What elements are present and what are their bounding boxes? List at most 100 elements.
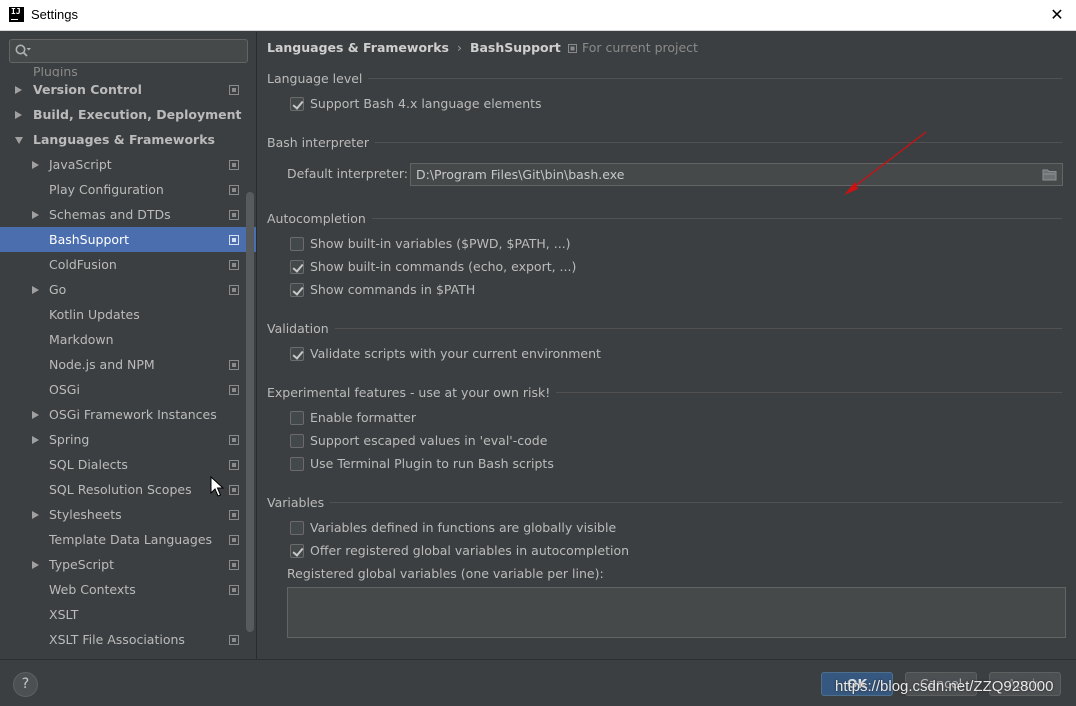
tree-item-label: JavaScript: [49, 157, 112, 172]
tree-item-osgi[interactable]: OSGi: [0, 377, 256, 402]
tree-item-label: Web Contexts: [49, 582, 136, 597]
tree-item-label: Languages & Frameworks: [33, 132, 215, 147]
default-interpreter-value: D:\Program Files\Git\bin\bash.exe: [416, 167, 625, 182]
expand-down-icon[interactable]: [15, 137, 23, 144]
section-title-language-level: Language level: [267, 71, 369, 86]
section-title-validation: Validation: [267, 321, 335, 336]
show-commands-in-path-checkbox[interactable]: [290, 283, 304, 297]
tree-item-kotlin-updates[interactable]: Kotlin Updates: [0, 302, 256, 327]
tree-item-spring[interactable]: Spring: [0, 427, 256, 452]
breadcrumb: Languages & Frameworks › BashSupport: [267, 40, 561, 58]
tree-item-version-control[interactable]: Version Control: [0, 77, 256, 102]
breadcrumb-item-bashsupport: BashSupport: [469, 40, 561, 55]
registered-globals-label: Registered global variables (one variabl…: [287, 566, 604, 581]
project-level-icon: [229, 560, 239, 570]
section-divider: [267, 218, 1062, 219]
tree-item-xslt[interactable]: XSLT: [0, 602, 256, 627]
tree-item-build-execution-deployment[interactable]: Build, Execution, Deployment: [0, 102, 256, 127]
project-level-icon: [229, 435, 239, 445]
project-scope-icon: [568, 44, 577, 53]
expand-right-icon[interactable]: [32, 511, 39, 519]
for-current-project-label: For current project: [582, 40, 698, 55]
expand-right-icon[interactable]: [15, 86, 22, 94]
for-current-project-note: For current project: [568, 40, 698, 55]
project-level-icon: [229, 260, 239, 270]
tree-item-stylesheets[interactable]: Stylesheets: [0, 502, 256, 527]
expand-right-icon[interactable]: [32, 286, 39, 294]
tree-item-label: Build, Execution, Deployment: [33, 107, 242, 122]
expand-right-icon[interactable]: [32, 211, 39, 219]
tree-item-node-js-and-npm[interactable]: Node.js and NPM: [0, 352, 256, 377]
tree-item-label: Version Control: [33, 82, 142, 97]
project-level-icon: [229, 460, 239, 470]
tree-item-coldfusion[interactable]: ColdFusion: [0, 252, 256, 277]
tree-item-typescript[interactable]: TypeScript: [0, 552, 256, 577]
expand-right-icon[interactable]: [32, 561, 39, 569]
section-divider: [267, 328, 1062, 329]
tree-item-label: Template Data Languages: [49, 532, 213, 547]
settings-sidebar: Plugins Version Control Build, Execution,…: [0, 32, 257, 659]
settings-search-input[interactable]: [9, 39, 248, 63]
tree-item-bashsupport[interactable]: BashSupport: [0, 227, 256, 252]
tree-item-template-data-languages[interactable]: Template Data Languages: [0, 527, 256, 552]
expand-right-icon[interactable]: [32, 436, 39, 444]
show-builtin-commands-checkbox[interactable]: [290, 260, 304, 274]
tree-item-label: TypeScript: [49, 557, 114, 572]
browse-folder-icon[interactable]: [1042, 168, 1057, 181]
project-level-icon: [229, 285, 239, 295]
title-bar: IJ Settings ✕: [0, 0, 1076, 31]
section-title-autocompletion: Autocompletion: [267, 211, 372, 226]
tree-item-schemas-and-dtds[interactable]: Schemas and DTDs: [0, 202, 256, 227]
support-bash4-label: Support Bash 4.x language elements: [310, 96, 542, 111]
expand-right-icon[interactable]: [32, 411, 39, 419]
project-level-icon: [229, 385, 239, 395]
expand-right-icon[interactable]: [32, 161, 39, 169]
sidebar-scrollbar[interactable]: [246, 192, 254, 632]
project-level-icon: [229, 510, 239, 520]
show-builtin-variables-checkbox[interactable]: [290, 237, 304, 251]
tree-item-play-configuration[interactable]: Play Configuration: [0, 177, 256, 202]
variables-globally-visible-checkbox[interactable]: [290, 521, 304, 535]
offer-registered-globals-checkbox[interactable]: [290, 544, 304, 558]
settings-tree: Plugins Version Control Build, Execution,…: [0, 67, 256, 652]
tree-item-sql-dialects[interactable]: SQL Dialects: [0, 452, 256, 477]
tree-item-label: Play Configuration: [49, 182, 164, 197]
variables-globally-visible-label: Variables defined in functions are globa…: [310, 520, 617, 535]
tree-item-markdown[interactable]: Markdown: [0, 327, 256, 352]
intellij-app-icon: IJ: [9, 7, 24, 22]
show-commands-in-path-label: Show commands in $PATH: [310, 282, 476, 297]
section-divider: [267, 142, 1062, 143]
section-divider: [267, 78, 1062, 79]
close-icon[interactable]: ✕: [1046, 4, 1068, 26]
tree-item-partial[interactable]: Plugins: [0, 67, 256, 77]
tree-item-label: OSGi Framework Instances: [49, 407, 217, 422]
project-level-icon: [229, 160, 239, 170]
support-bash4-checkbox[interactable]: [290, 97, 304, 111]
validate-scripts-checkbox[interactable]: [290, 347, 304, 361]
default-interpreter-field[interactable]: D:\Program Files\Git\bin\bash.exe: [410, 163, 1063, 186]
offer-registered-globals-label: Offer registered global variables in aut…: [310, 543, 630, 558]
registered-globals-textarea[interactable]: [287, 587, 1066, 638]
use-terminal-plugin-checkbox[interactable]: [290, 457, 304, 471]
section-divider: [267, 502, 1062, 503]
tree-item-label: XSLT File Associations: [49, 632, 185, 647]
tree-item-label: SQL Dialects: [49, 457, 128, 472]
tree-item-javascript[interactable]: JavaScript: [0, 152, 256, 177]
tree-item-osgi-framework-instances[interactable]: OSGi Framework Instances: [0, 402, 256, 427]
expand-right-icon[interactable]: [15, 111, 22, 119]
tree-item-web-contexts[interactable]: Web Contexts: [0, 577, 256, 602]
project-level-icon: [229, 235, 239, 245]
support-escaped-values-checkbox[interactable]: [290, 434, 304, 448]
help-button[interactable]: ?: [13, 672, 38, 697]
tree-item-go[interactable]: Go: [0, 277, 256, 302]
breadcrumb-item-languages[interactable]: Languages & Frameworks: [267, 40, 449, 55]
settings-content: Languages & Frameworks › BashSupport For c…: [258, 32, 1076, 659]
tree-item-xslt-file-associations[interactable]: XSLT File Associations: [0, 627, 256, 652]
tree-item-label: OSGi: [49, 382, 80, 397]
enable-formatter-checkbox[interactable]: [290, 411, 304, 425]
tree-item-label: Spring: [49, 432, 90, 447]
use-terminal-plugin-label: Use Terminal Plugin to run Bash scripts: [310, 456, 554, 471]
tree-item-languages-frameworks[interactable]: Languages & Frameworks: [0, 127, 256, 152]
tree-item-label: Node.js and NPM: [49, 357, 155, 372]
project-level-icon: [229, 635, 239, 645]
